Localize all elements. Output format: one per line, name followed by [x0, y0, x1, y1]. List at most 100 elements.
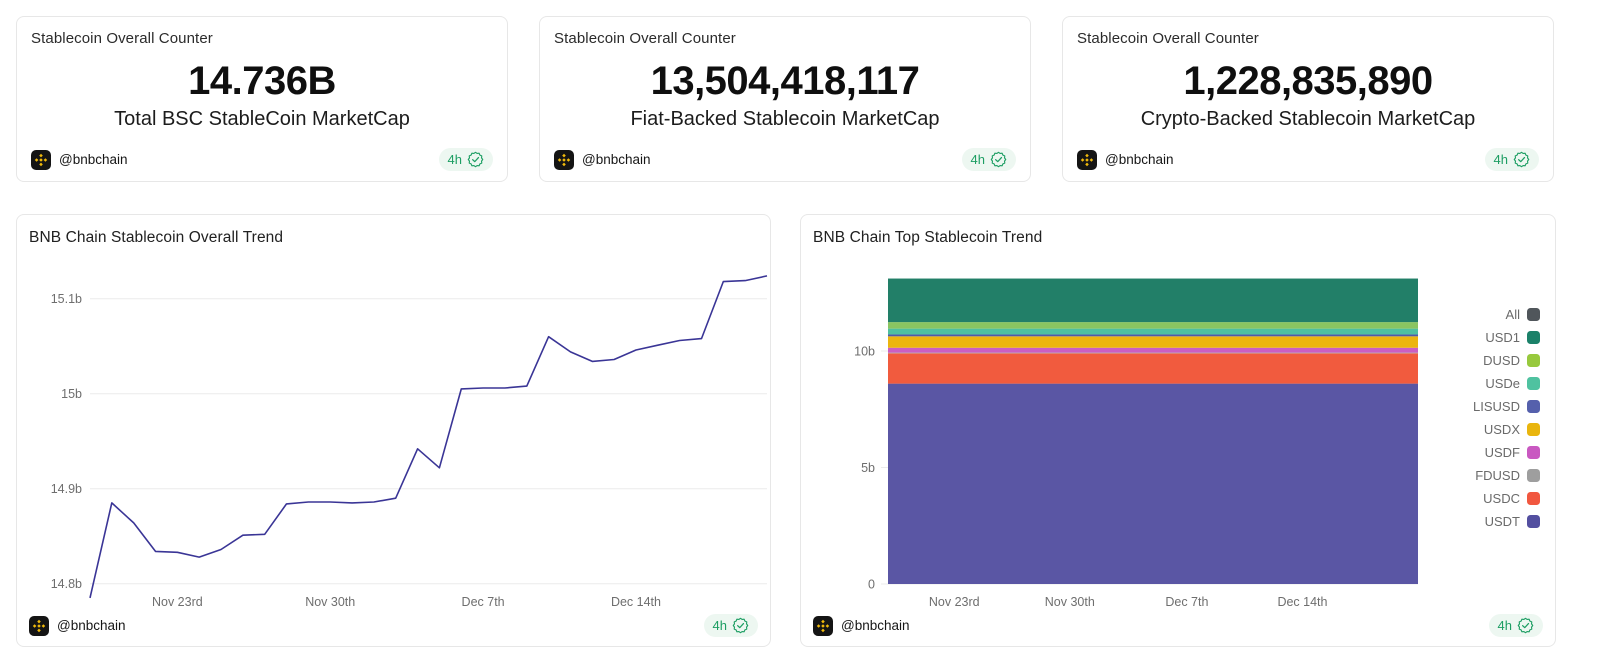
- area-band-dusd[interactable]: [888, 322, 1418, 329]
- legend-label: USDF: [1485, 445, 1520, 460]
- stat-card-crypto-backed: Stablecoin Overall Counter 1,228,835,890…: [1062, 16, 1554, 182]
- verified-check-icon: [732, 617, 749, 634]
- legend-label: USDT: [1485, 514, 1520, 529]
- y-axis-tick-label: 15.1b: [51, 292, 82, 306]
- stat-value: 14.736B: [188, 60, 336, 102]
- verified-check-icon: [990, 151, 1007, 168]
- card-footer: @bnbchain 4h: [29, 614, 758, 637]
- author[interactable]: @bnbchain: [29, 616, 126, 636]
- bnbchain-logo-icon: [29, 616, 49, 636]
- legend-swatch: [1527, 469, 1540, 482]
- legend-swatch: [1527, 446, 1540, 459]
- author-handle: @bnbchain: [582, 152, 651, 167]
- stat-card-fiat-backed: Stablecoin Overall Counter 13,504,418,11…: [539, 16, 1031, 182]
- legend-item-dusd[interactable]: DUSD: [1473, 349, 1540, 372]
- legend-label: USDX: [1484, 422, 1520, 437]
- card-footer: @bnbchain 4h: [813, 614, 1543, 637]
- trend-line: [90, 276, 767, 598]
- author-handle: @bnbchain: [57, 618, 126, 633]
- legend-swatch: [1527, 492, 1540, 505]
- legend-label: USD1: [1485, 330, 1520, 345]
- card-footer: @bnbchain 4h: [1077, 148, 1539, 171]
- bnbchain-logo-icon: [31, 150, 51, 170]
- legend-item-usdf[interactable]: USDF: [1473, 441, 1540, 464]
- chart-legend: All USD1 DUSD USDe LISUSD USDX USDF FDUSD USDC US…: [1473, 303, 1540, 533]
- y-axis-tick-label: 5b: [861, 461, 875, 475]
- refresh-badge[interactable]: 4h: [704, 614, 758, 637]
- area-band-usdx[interactable]: [888, 336, 1418, 347]
- x-axis-tick-label: Nov 23rd: [929, 595, 980, 609]
- author-handle: @bnbchain: [59, 152, 128, 167]
- legend-item-fdusd[interactable]: FDUSD: [1473, 464, 1540, 487]
- area-band-usd1[interactable]: [888, 279, 1418, 323]
- verified-check-icon: [1513, 151, 1530, 168]
- area-band-lisusd[interactable]: [888, 334, 1418, 336]
- bnbchain-logo-icon: [813, 616, 833, 636]
- y-axis-tick-label: 15b: [61, 387, 82, 401]
- refresh-badge[interactable]: 4h: [1489, 614, 1543, 637]
- legend-item-usde[interactable]: USDe: [1473, 372, 1540, 395]
- legend-label: DUSD: [1483, 353, 1520, 368]
- badge-time: 4h: [1498, 618, 1512, 633]
- author[interactable]: @bnbchain: [1077, 150, 1174, 170]
- stat-card-total-bsc: Stablecoin Overall Counter 14.736B Total…: [16, 16, 508, 182]
- area-band-usdt[interactable]: [888, 384, 1418, 584]
- x-axis-tick-label: Dec 14th: [611, 595, 661, 609]
- legend-label: USDe: [1485, 376, 1520, 391]
- chart-card-overall-trend: BNB Chain Stablecoin Overall Trend 15.1b…: [16, 214, 771, 647]
- legend-item-lisusd[interactable]: LISUSD: [1473, 395, 1540, 418]
- legend-swatch: [1527, 354, 1540, 367]
- card-footer: @bnbchain 4h: [31, 148, 493, 171]
- stat-subtitle: Crypto-Backed Stablecoin MarketCap: [1141, 108, 1476, 131]
- legend-swatch: [1527, 400, 1540, 413]
- chart-card-top-stablecoin-trend: BNB Chain Top Stablecoin Trend 10b 5b 0 Nov…: [800, 214, 1556, 647]
- refresh-badge[interactable]: 4h: [1485, 148, 1539, 171]
- legend-label: LISUSD: [1473, 399, 1520, 414]
- refresh-badge[interactable]: 4h: [439, 148, 493, 171]
- y-axis-tick-label: 14.9b: [51, 482, 82, 496]
- y-axis-tick-label: 0: [868, 578, 875, 592]
- author[interactable]: @bnbchain: [554, 150, 651, 170]
- x-axis-tick-label: Dec 14th: [1277, 595, 1327, 609]
- area-band-fdusd[interactable]: [888, 353, 1418, 354]
- x-axis-tick-label: Nov 23rd: [152, 595, 203, 609]
- area-band-usdc[interactable]: [888, 353, 1418, 383]
- badge-time: 4h: [1494, 152, 1508, 167]
- legend-item-usdc[interactable]: USDC: [1473, 487, 1540, 510]
- stat-value: 1,228,835,890: [1183, 60, 1432, 102]
- stat-value: 13,504,418,117: [651, 60, 920, 102]
- legend-swatch: [1527, 515, 1540, 528]
- stat-subtitle: Total BSC StableCoin MarketCap: [114, 108, 410, 131]
- stat-center: 13,504,418,117 Fiat-Backed Stablecoin Ma…: [554, 43, 1016, 148]
- legend-label: USDC: [1483, 491, 1520, 506]
- legend-swatch: [1527, 377, 1540, 390]
- area-band-usdf[interactable]: [888, 348, 1418, 353]
- refresh-badge[interactable]: 4h: [962, 148, 1016, 171]
- stat-center: 14.736B Total BSC StableCoin MarketCap: [31, 43, 493, 148]
- bnbchain-logo-icon: [554, 150, 574, 170]
- legend-item-all[interactable]: All: [1473, 303, 1540, 326]
- author-handle: @bnbchain: [1105, 152, 1174, 167]
- stat-subtitle: Fiat-Backed Stablecoin MarketCap: [630, 108, 939, 131]
- author[interactable]: @bnbchain: [31, 150, 128, 170]
- legend-swatch: [1527, 331, 1540, 344]
- x-axis-tick-label: Dec 7th: [462, 595, 505, 609]
- author[interactable]: @bnbchain: [813, 616, 910, 636]
- stat-center: 1,228,835,890 Crypto-Backed Stablecoin M…: [1077, 43, 1539, 148]
- legend-item-usdx[interactable]: USDX: [1473, 418, 1540, 441]
- bnbchain-logo-icon: [1077, 150, 1097, 170]
- chart-title: BNB Chain Top Stablecoin Trend: [813, 229, 1042, 247]
- legend-label: FDUSD: [1475, 468, 1520, 483]
- chart-title: BNB Chain Stablecoin Overall Trend: [29, 229, 283, 247]
- overall-trend-line-chart[interactable]: 15.1b15b14.9b14.8bNov 23rdNov 30thDec 7t…: [17, 255, 772, 615]
- card-footer: @bnbchain 4h: [554, 148, 1016, 171]
- top-stablecoin-stacked-area-chart[interactable]: 10b5b0Nov 23rdNov 30thDec 7thDec 14th: [801, 255, 1557, 615]
- y-axis-tick-label: 10b: [854, 345, 875, 359]
- y-axis-tick-label: 14.8b: [51, 577, 82, 591]
- legend-item-usdt[interactable]: USDT: [1473, 510, 1540, 533]
- legend-swatch: [1527, 423, 1540, 436]
- legend-item-usd1[interactable]: USD1: [1473, 326, 1540, 349]
- badge-time: 4h: [448, 152, 462, 167]
- verified-check-icon: [467, 151, 484, 168]
- area-band-usde[interactable]: [888, 329, 1418, 335]
